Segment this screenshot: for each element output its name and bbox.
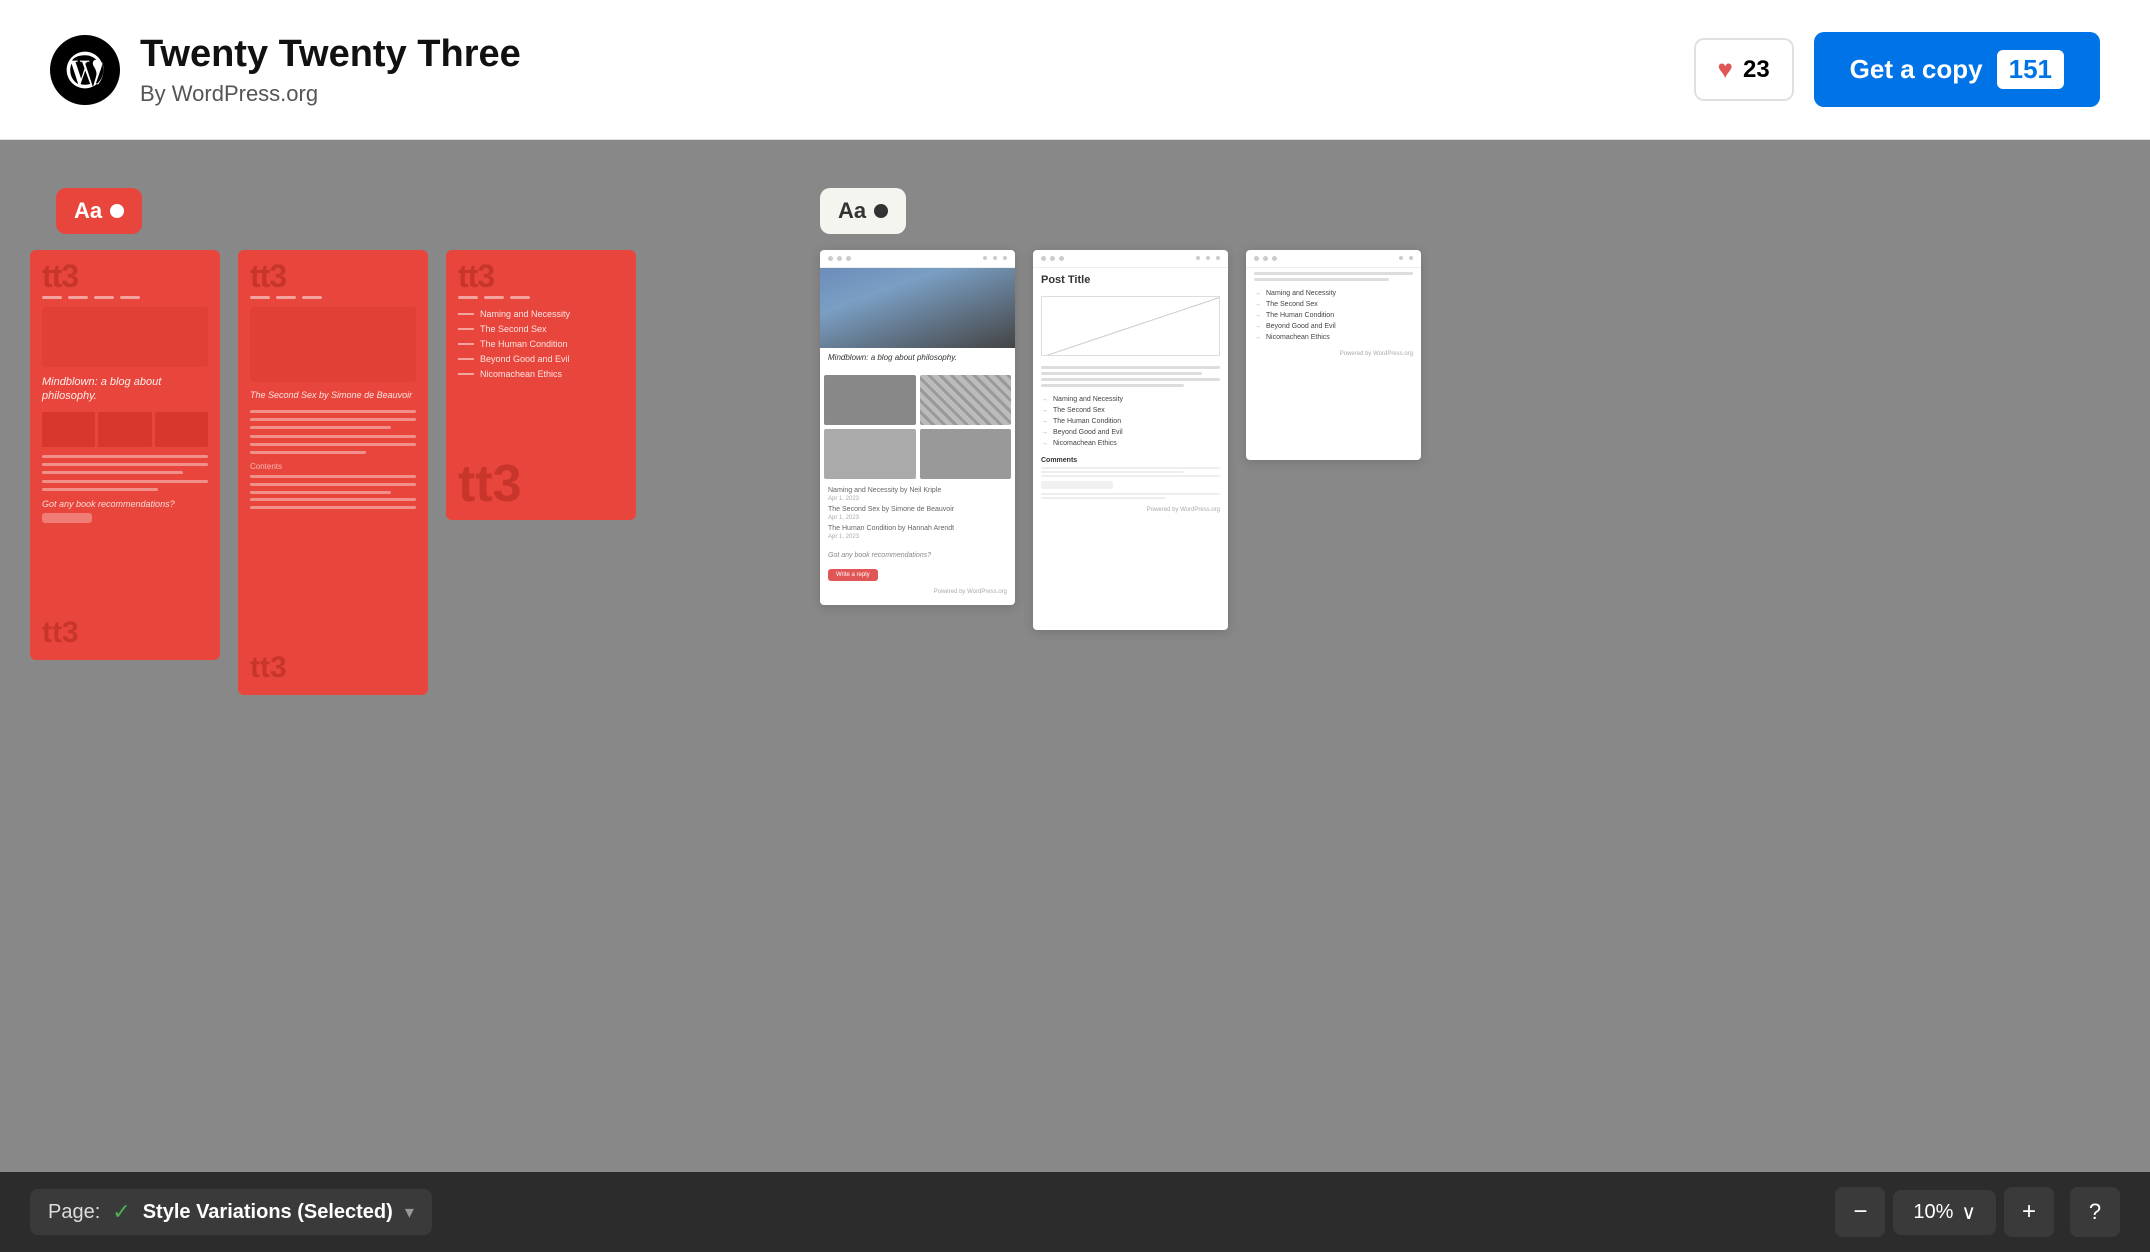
card1-hero xyxy=(42,307,208,367)
get-copy-label: Get a copy xyxy=(1850,54,1983,85)
theme-info: Twenty Twenty Three By WordPress.org xyxy=(140,32,521,108)
white-card-3[interactable]: → Naming and Necessity → The Second Sex … xyxy=(1246,250,1421,460)
card3-tt3-header: tt3 xyxy=(458,260,624,292)
red-card-1[interactable]: tt3 Mindblown: a blog about philosophy. xyxy=(30,250,220,660)
card3-nav xyxy=(458,296,624,299)
right-style-badge[interactable]: Aa xyxy=(820,188,906,234)
chevron-down-icon: ▾ xyxy=(405,1202,414,1223)
card2-footer: tt3 xyxy=(250,651,287,685)
red-card-2[interactable]: tt3 The Second Sex by Simone de Beauvoir… xyxy=(238,250,428,695)
header-left: Twenty Twenty Three By WordPress.org xyxy=(50,32,521,108)
right-style-badge-text: Aa xyxy=(838,198,866,224)
white-card-1[interactable]: Mindblown: a blog about philosophy. Nami… xyxy=(820,250,1015,605)
theme-author: By WordPress.org xyxy=(140,81,521,107)
style-badge-text: Aa xyxy=(74,198,102,224)
zoom-value-selector[interactable]: 10% ∨ xyxy=(1893,1190,1996,1235)
card2-hero xyxy=(250,307,416,382)
red-card-3[interactable]: tt3 Naming and Necessity The Second Sex xyxy=(446,250,636,520)
red-preview-section: tt3 Mindblown: a blog about philosophy. xyxy=(30,250,636,695)
bottom-toolbar: Page: ✓ Style Variations (Selected) ▾ − … xyxy=(0,1172,2150,1252)
style-badge-dot xyxy=(110,204,124,218)
get-copy-count: 151 xyxy=(1997,50,2064,89)
wc2-header xyxy=(1033,250,1228,268)
left-style-badge[interactable]: Aa xyxy=(56,188,142,234)
wc1-header xyxy=(820,250,1015,268)
right-style-badge-dot xyxy=(874,204,888,218)
preview-canvas: Aa Aa tt3 Mindblown: a blog about philos… xyxy=(0,140,2150,1172)
get-copy-button[interactable]: Get a copy 151 xyxy=(1814,32,2100,107)
question-mark-icon: ? xyxy=(2089,1199,2101,1225)
white-card-2[interactable]: Post Title → Naming and Necessity xyxy=(1033,250,1228,630)
card1-footer: tt3 xyxy=(42,616,79,650)
wc1-photo-grid xyxy=(820,371,1015,483)
page-value: Style Variations (Selected) xyxy=(143,1201,393,1224)
header-actions: ♥ 23 Get a copy 151 xyxy=(1694,32,2100,107)
like-button[interactable]: ♥ 23 xyxy=(1694,38,1794,101)
zoom-chevron-icon: ∨ xyxy=(1961,1200,1976,1225)
wordpress-logo xyxy=(50,35,120,105)
zoom-percent: 10% xyxy=(1913,1201,1953,1224)
zoom-controls: − 10% ∨ + ? xyxy=(1835,1187,2120,1237)
zoom-out-button[interactable]: − xyxy=(1835,1187,1885,1237)
header: Twenty Twenty Three By WordPress.org ♥ 2… xyxy=(0,0,2150,140)
wc1-hero xyxy=(820,268,1015,348)
white-preview-section: Mindblown: a blog about philosophy. Nami… xyxy=(820,250,1421,630)
plus-icon: + xyxy=(2022,1198,2036,1226)
card2-tt3-header: tt3 xyxy=(250,260,416,292)
minus-icon: − xyxy=(1853,1198,1867,1226)
card1-nav xyxy=(42,296,208,299)
wc2-post-title: Post Title xyxy=(1033,268,1228,290)
page-selector[interactable]: Page: ✓ Style Variations (Selected) ▾ xyxy=(30,1189,432,1235)
heart-icon: ♥ xyxy=(1718,54,1733,85)
card1-blog-title: Mindblown: a blog about philosophy. xyxy=(42,375,208,404)
theme-title: Twenty Twenty Three xyxy=(140,32,521,78)
wc3-header xyxy=(1246,250,1421,268)
page-label: Page: xyxy=(48,1201,100,1224)
page-check-icon: ✓ xyxy=(112,1199,130,1225)
card2-nav xyxy=(250,296,416,299)
zoom-in-button[interactable]: + xyxy=(2004,1187,2054,1237)
card1-tt3-header: tt3 xyxy=(42,260,208,292)
wc2-diagonal-box xyxy=(1041,296,1220,356)
like-count: 23 xyxy=(1743,56,1770,84)
help-button[interactable]: ? xyxy=(2070,1187,2120,1237)
